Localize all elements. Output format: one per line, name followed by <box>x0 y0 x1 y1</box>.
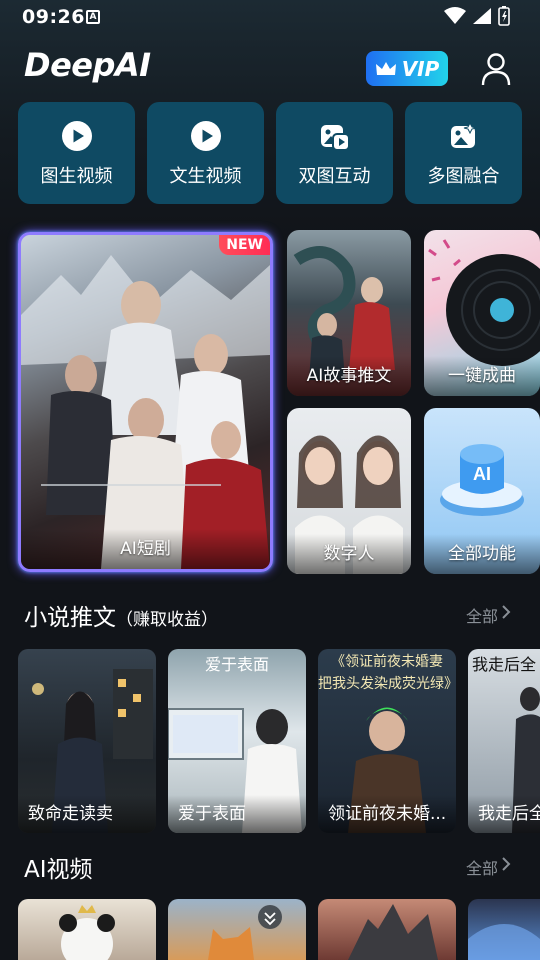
vip-button[interactable]: VIP <box>366 51 448 86</box>
chevron-right-icon[interactable] <box>500 856 512 872</box>
novel-item[interactable]: 致命走读卖 <box>18 649 156 833</box>
feature-digital-human[interactable]: 数字人 <box>287 408 411 574</box>
battery-icon <box>498 6 510 26</box>
dragon-artwork <box>348 904 438 960</box>
novel-caption: 爱于表面 <box>168 795 306 833</box>
feature-label: 数字人 <box>287 534 411 574</box>
section-title-text: 小说推文 <box>24 605 116 631</box>
novel-caption: 领证前夜未婚... <box>318 795 456 833</box>
video-item[interactable] <box>168 899 306 960</box>
status-bar: 09:26 A <box>0 0 540 34</box>
feature-label: AI短剧 <box>21 529 270 569</box>
novel-caption: 致命走读卖 <box>18 795 156 833</box>
novel-item[interactable]: 我走后全 我走后全 <box>468 649 540 833</box>
feature-ai-story[interactable]: AI故事推文 <box>287 230 411 396</box>
feature-label: 一键成曲 <box>424 356 540 396</box>
multi-image-icon <box>451 121 477 148</box>
tool-label: 图生视频 <box>40 166 113 187</box>
tool-label: 文生视频 <box>169 166 242 187</box>
crown-icon <box>375 61 396 75</box>
chevron-right-icon[interactable] <box>500 604 512 620</box>
video-item[interactable] <box>468 899 540 960</box>
tool-image-to-video[interactable]: 图生视频 <box>18 102 135 204</box>
feature-all-functions[interactable]: AI 全部功能 <box>424 408 540 574</box>
video-item[interactable] <box>318 899 456 960</box>
status-time: 09:26 <box>22 6 85 28</box>
novel-item[interactable]: 爱于表面 爱于表面 <box>168 649 306 833</box>
signal-icon <box>473 8 491 24</box>
video-artwork <box>468 924 540 960</box>
vip-label: VIP <box>401 56 440 81</box>
section-video-title: AI视频 <box>24 857 93 883</box>
feature-label: AI故事推文 <box>287 356 411 396</box>
panda-artwork <box>59 905 115 960</box>
svg-text:AI: AI <box>473 464 491 484</box>
novel-caption: 我走后全 <box>468 795 540 833</box>
wifi-icon <box>444 7 466 24</box>
tool-multi-image-fusion[interactable]: 多图融合 <box>405 102 522 204</box>
tool-text-to-video[interactable]: 文生视频 <box>147 102 264 204</box>
tool-label: 多图融合 <box>427 166 500 187</box>
tool-dual-image[interactable]: 双图互动 <box>276 102 393 204</box>
play-circle-icon <box>62 121 92 151</box>
section-subtitle: （赚取收益） <box>116 610 218 630</box>
status-icons <box>444 6 510 26</box>
user-profile-icon[interactable] <box>480 52 512 86</box>
novel-item[interactable]: 《领证前夜未婚妻 把我头发染成荧光绿》 领证前夜未婚... <box>318 649 456 833</box>
video-item[interactable] <box>18 899 156 960</box>
feature-ai-short-drama[interactable]: NEW AI短剧 <box>18 232 273 572</box>
new-badge: NEW <box>219 235 270 255</box>
cat-artwork <box>208 905 282 960</box>
video-see-all-link[interactable]: 全部 <box>466 855 498 879</box>
dual-image-icon <box>321 125 350 151</box>
novel-see-all-link[interactable]: 全部 <box>466 603 498 627</box>
notification-icon: A <box>86 10 100 24</box>
feature-label: 全部功能 <box>424 534 540 574</box>
play-circle-icon <box>191 121 221 151</box>
tool-label: 双图互动 <box>298 166 371 187</box>
feature-one-click-song[interactable]: 一键成曲 <box>424 230 540 396</box>
section-novel-title: 小说推文（赚取收益） <box>24 598 218 632</box>
app-logo: DeepAI <box>24 46 151 84</box>
short-drama-artwork <box>21 255 270 569</box>
